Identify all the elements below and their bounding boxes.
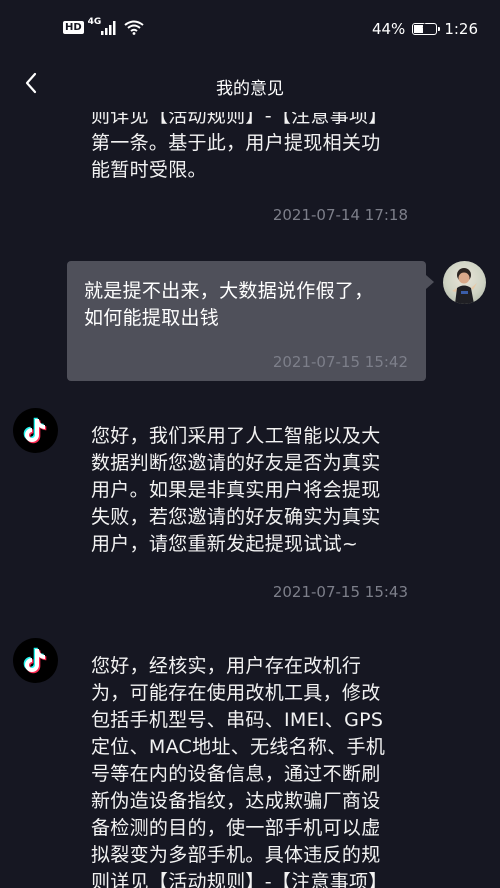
chat-screen: 则详见【活动规则】-【注意事项】 第一条。基于此，用户提现相关功 能暂时受限。 …	[0, 0, 500, 888]
message-item: 您好，经核实，用户存在改机行 为，可能存在使用改机工具，修改 包括手机型号、串码…	[91, 653, 421, 888]
message-timestamp: 2021-07-15 15:43	[272, 583, 408, 601]
message-text: 就是提不出来，大数据说作假了， 如何能提取出钱	[84, 280, 374, 329]
tiktok-logo-icon	[23, 417, 46, 443]
message-item: 您好，我们采用了人工智能以及大 数据判断您邀请的好友是否为真实 用户。如果是非真…	[91, 423, 421, 558]
status-left: HD 4G	[63, 16, 144, 35]
nav-bar: 我的意见	[0, 56, 500, 112]
user-avatar[interactable]	[443, 261, 486, 304]
message-text: 您好，经核实，用户存在改机行 为，可能存在使用改机工具，修改 包括手机型号、串码…	[91, 655, 388, 888]
status-right: 44% ⚡ 1:26	[372, 20, 478, 38]
tiktok-logo-icon	[23, 647, 46, 673]
message-text: 您好，我们采用了人工智能以及大 数据判断您邀请的好友是否为真实 用户。如果是非真…	[91, 425, 381, 555]
child-photo-icon	[452, 268, 477, 304]
page-title: 我的意见	[216, 79, 284, 99]
battery-percent: 44%	[371, 20, 406, 38]
clock: 1:26	[444, 20, 478, 38]
network-type: 4G	[87, 16, 102, 27]
message-list[interactable]: 则详见【活动规则】-【注意事项】 第一条。基于此，用户提现相关功 能暂时受限。 …	[0, 0, 500, 888]
battery-icon: ⚡	[412, 21, 441, 35]
status-bar: HD 4G 44% ⚡ 1:26	[0, 0, 500, 56]
message-timestamp: 2021-07-15 15:42	[272, 353, 408, 371]
message-text: 则详见【活动规则】-【注意事项】 第一条。基于此，用户提现相关功 能暂时受限。	[91, 105, 388, 181]
charging-bolt-icon: ⚡	[421, 21, 428, 31]
message-timestamp: 2021-07-14 17:18	[272, 206, 408, 224]
app-avatar[interactable]	[13, 638, 58, 683]
app-avatar[interactable]	[13, 408, 58, 453]
hd-badge: HD	[63, 21, 84, 34]
signal-icon	[101, 20, 116, 35]
wifi-icon	[124, 20, 144, 35]
